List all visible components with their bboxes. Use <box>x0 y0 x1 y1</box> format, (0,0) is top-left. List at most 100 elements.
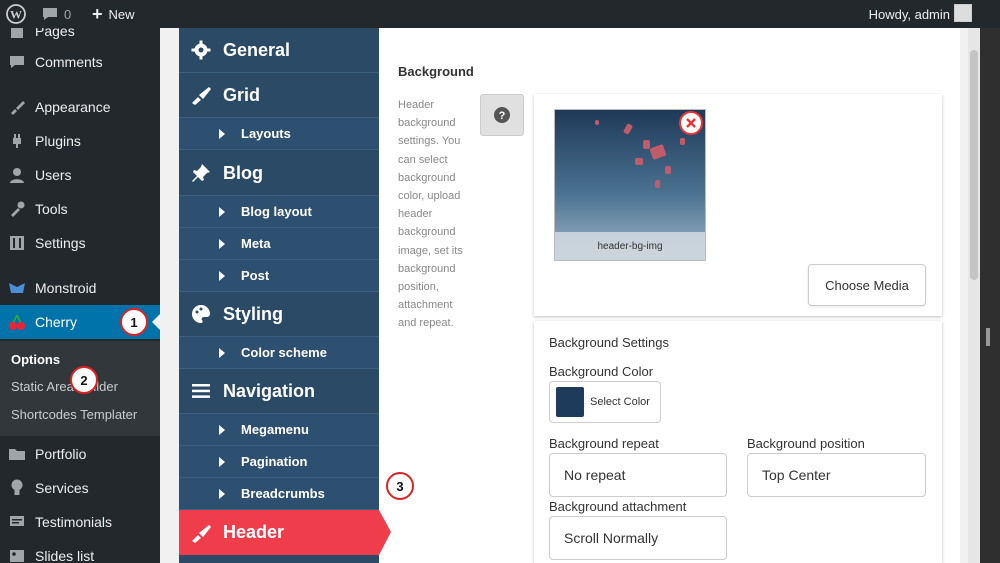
options-section-navigation[interactable]: Navigation <box>179 369 379 414</box>
petal-shape <box>655 180 660 188</box>
options-sub-breadcrumbs[interactable]: Breadcrumbs <box>179 478 379 510</box>
help-button[interactable]: ? <box>480 94 524 136</box>
options-section-blog[interactable]: Blog <box>179 151 379 196</box>
sidebar-item-label: Portfolio <box>35 446 87 462</box>
user-icon <box>0 167 34 183</box>
remove-image-button[interactable] <box>679 111 703 135</box>
step-marker-3: 3 <box>386 472 414 500</box>
repeat-label: Background repeat <box>549 436 659 451</box>
options-sub-megamenu[interactable]: Megamenu <box>179 414 379 446</box>
background-settings-card: Background Settings Background Color Sel… <box>534 321 942 563</box>
options-nav: General Grid Layouts Blog Blog layout Me… <box>179 28 391 563</box>
options-sub-blog-layout[interactable]: Blog layout <box>179 196 379 228</box>
submenu-item-shortcodes-templater[interactable]: Shortcodes Templater <box>11 407 137 422</box>
slides-icon <box>0 549 34 563</box>
options-sub-pagination[interactable]: Pagination <box>179 446 379 478</box>
question-icon: ? <box>494 107 510 123</box>
color-label: Background Color <box>549 364 654 379</box>
pin-icon <box>179 163 223 183</box>
petal-shape <box>680 138 685 145</box>
step-marker-1: 1 <box>120 308 148 336</box>
repeat-select[interactable]: No repeat <box>549 453 727 497</box>
caret-right-icon <box>219 424 225 435</box>
position-select[interactable]: Top Center <box>747 453 926 497</box>
wordpress-logo-icon[interactable]: W <box>6 0 26 28</box>
options-section-header[interactable]: Header <box>179 510 391 555</box>
sidebar-item-label: Comments <box>35 54 103 70</box>
testimonial-icon <box>0 515 34 529</box>
account-menu[interactable]: Howdy, admin <box>869 0 950 28</box>
sidebar-item-services[interactable]: Services <box>0 471 160 505</box>
sidebar-item-appearance[interactable]: Appearance <box>0 90 160 124</box>
brush-icon <box>179 523 223 543</box>
attachment-label: Background attachment <box>549 499 687 514</box>
lightbulb-icon <box>0 479 34 497</box>
sidebar-item-comments[interactable]: Comments <box>0 45 160 79</box>
sidebar-item-monstroid[interactable]: Monstroid <box>0 271 160 305</box>
howdy-text: Howdy, admin <box>868 6 950 22</box>
options-sub-meta[interactable]: Meta <box>179 228 379 260</box>
sidebar-item-testimonials[interactable]: Testimonials <box>0 505 160 539</box>
repeat-value: No repeat <box>564 467 626 483</box>
petal-shape <box>622 123 634 135</box>
resize-handle-icon[interactable] <box>986 328 990 346</box>
submenu-item-options[interactable]: Options <box>11 352 60 367</box>
monster-icon <box>0 281 34 295</box>
options-section-grid[interactable]: Grid <box>179 73 379 118</box>
option-title: Background <box>398 64 474 79</box>
bars-icon <box>179 383 223 399</box>
sidebar-item-label: Monstroid <box>35 280 97 296</box>
sidebar-item-label: Pages <box>35 28 75 39</box>
new-label: New <box>108 6 135 22</box>
brush-icon <box>179 85 223 105</box>
attachment-select[interactable]: Scroll Normally <box>549 516 727 560</box>
scrollbar-thumb[interactable] <box>970 50 978 280</box>
options-section-label: Header <box>223 522 285 542</box>
sidebar-item-portfolio[interactable]: Portfolio <box>0 437 160 471</box>
right-edge-panel <box>980 28 1000 563</box>
image-caption: header-bg-img <box>555 232 705 260</box>
options-sub-label: Post <box>241 268 270 283</box>
petal-shape <box>665 166 671 174</box>
options-sub-post[interactable]: Post <box>179 260 379 292</box>
select-color-button[interactable]: Select Color <box>549 381 661 423</box>
avatar[interactable] <box>954 4 972 22</box>
options-section-label: Navigation <box>223 380 316 401</box>
options-section-general[interactable]: General <box>179 28 379 73</box>
options-sub-color-scheme[interactable]: Color scheme <box>179 337 379 369</box>
caret-right-icon <box>219 488 225 499</box>
options-sub-layouts[interactable]: Layouts <box>179 118 379 150</box>
plug-icon <box>0 133 34 149</box>
options-section-label: Blog <box>223 162 263 183</box>
options-section-label: Styling <box>223 303 284 324</box>
sidebar-item-users[interactable]: Users <box>0 158 160 192</box>
caret-right-icon <box>219 238 225 249</box>
sidebar-item-plugins[interactable]: Plugins <box>0 124 160 158</box>
options-sub-label: Color scheme <box>241 345 327 360</box>
sidebar-item-label: Appearance <box>35 99 111 115</box>
step-marker-2: 2 <box>70 366 98 394</box>
svg-text:?: ? <box>499 110 506 122</box>
comments-counter[interactable]: 0 <box>42 0 71 28</box>
petal-shape <box>649 143 667 161</box>
caret-right-icon <box>219 456 225 467</box>
sidebar-item-slides-list[interactable]: Slides list <box>0 539 160 563</box>
options-section-styling[interactable]: Styling <box>179 292 379 337</box>
submenu-item-static-area-builder[interactable]: Static Area Builder <box>11 379 118 394</box>
sidebar-item-tools[interactable]: Tools <box>0 192 160 226</box>
sidebar-item-settings[interactable]: Settings <box>0 226 160 260</box>
choose-media-button[interactable]: Choose Media <box>808 264 926 306</box>
options-section-label: General <box>223 39 291 60</box>
close-icon <box>686 118 696 128</box>
sidebar-item-label: Plugins <box>35 133 81 149</box>
gear-icon <box>179 40 223 60</box>
sidebar-item-label: Tools <box>35 201 68 217</box>
sidebar-item-label: Slides list <box>35 548 95 563</box>
new-content-button[interactable]: + New <box>92 0 135 28</box>
sidebar-item-label: Testimonials <box>35 514 113 530</box>
comment-bubble-icon <box>43 8 57 20</box>
options-sub-label: Blog layout <box>241 204 312 219</box>
folder-icon <box>0 447 34 461</box>
media-card: header-bg-img Choose Media <box>534 94 942 316</box>
options-sub-label: Meta <box>241 236 271 251</box>
